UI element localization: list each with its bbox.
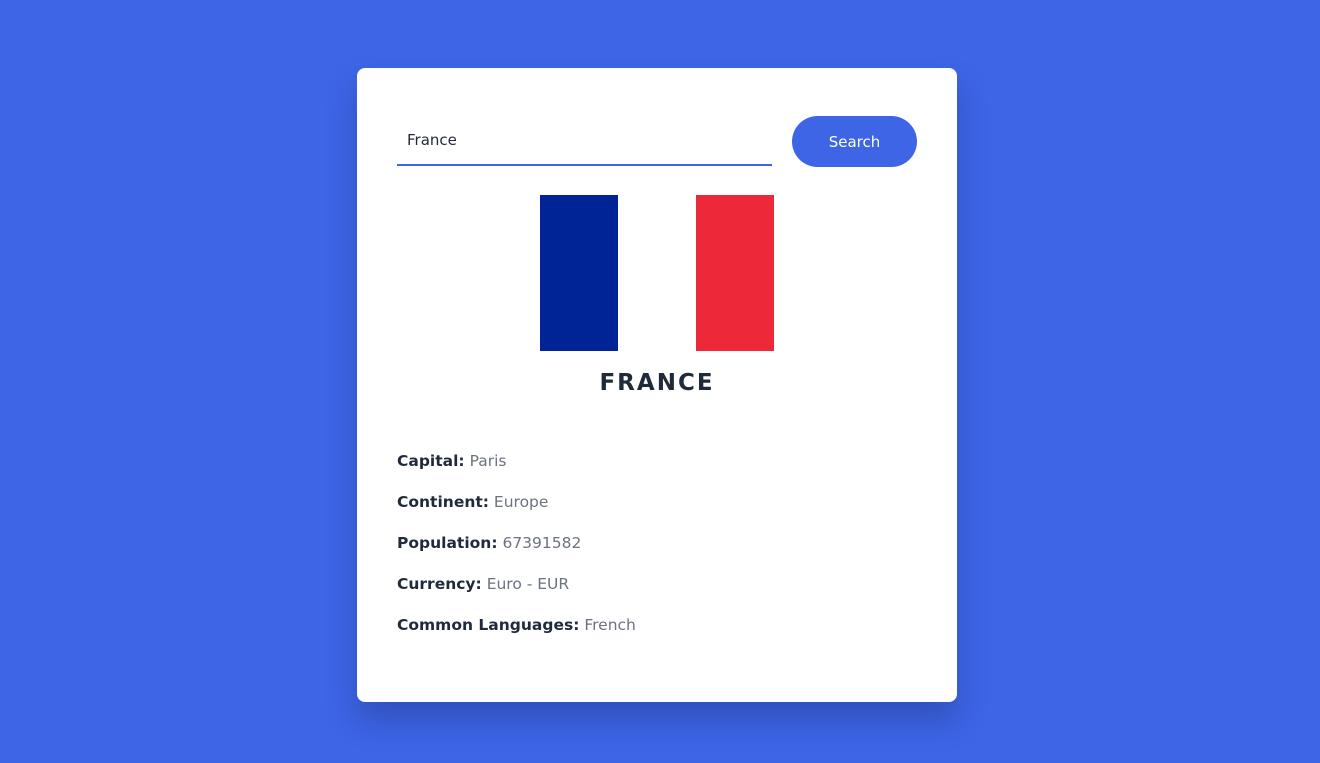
detail-label: Continent:	[397, 493, 489, 511]
detail-label: Currency:	[397, 575, 482, 593]
detail-population: Population: 67391582	[397, 531, 917, 572]
flag-band-blue	[540, 195, 618, 351]
country-card: Search FRANCE Capital: Paris Continent: …	[357, 68, 957, 702]
country-flag	[540, 195, 774, 351]
detail-value: 67391582	[502, 534, 582, 552]
search-input[interactable]	[397, 116, 772, 166]
detail-label: Common Languages:	[397, 616, 580, 634]
detail-common-languages: Common Languages: French	[397, 613, 917, 654]
detail-currency: Currency: Euro - EUR	[397, 572, 917, 613]
search-row: Search	[397, 116, 917, 167]
detail-label: Capital:	[397, 452, 465, 470]
country-details: Capital: Paris Continent: Europe Populat…	[397, 449, 917, 654]
detail-label: Population:	[397, 534, 498, 552]
detail-value: French	[584, 616, 636, 634]
detail-value: Paris	[469, 452, 507, 470]
search-button[interactable]: Search	[792, 116, 917, 167]
detail-value: Europe	[493, 493, 549, 511]
detail-capital: Capital: Paris	[397, 449, 917, 490]
country-name: FRANCE	[599, 370, 715, 396]
detail-continent: Continent: Europe	[397, 490, 917, 531]
detail-value: Euro - EUR	[486, 575, 570, 593]
flag-band-white	[618, 195, 696, 351]
flag-band-red	[696, 195, 774, 351]
